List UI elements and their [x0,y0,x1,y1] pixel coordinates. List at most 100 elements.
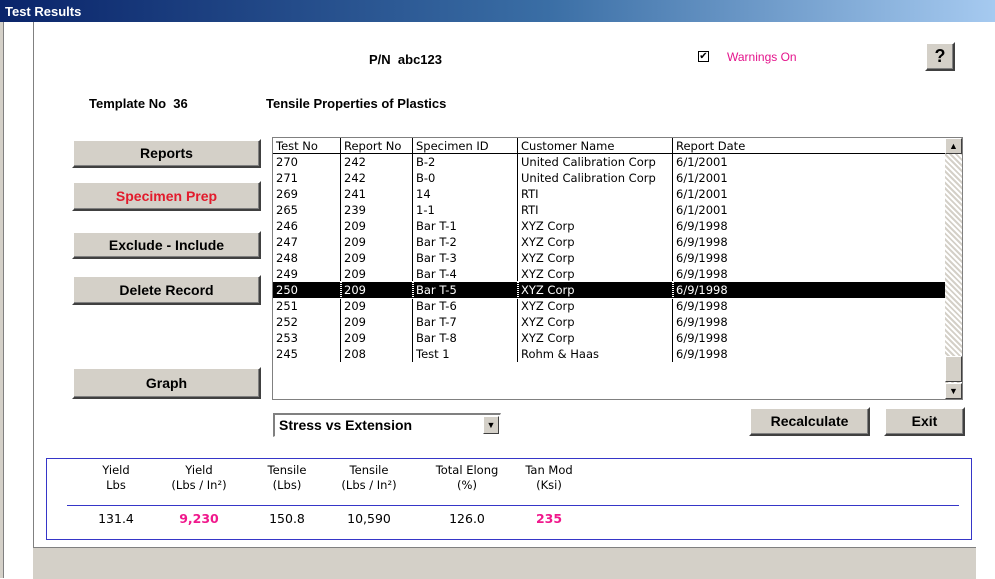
table-cell: 247 [273,234,341,250]
table-row[interactable]: 253 209 Bar T-8 XYZ Corp 6/9/1998 [273,330,945,346]
table-cell: Bar T-3 [412,250,518,266]
table-cell: 6/9/1998 [676,331,728,345]
table-cell: 6/1/2001 [676,187,728,201]
scroll-thumb[interactable] [945,356,962,382]
triangle-up-icon: ▲ [949,141,958,151]
table-row[interactable]: 251 209 Bar T-6 XYZ Corp 6/9/1998 [273,298,945,314]
help-button[interactable]: ? [925,42,955,71]
table-row[interactable]: 269 241 14 RTI 6/1/2001 [273,186,945,202]
table-cell: 269 [273,186,341,202]
table-cell: 6/9/1998 [676,299,728,313]
graph-button[interactable]: Graph [72,367,261,399]
table-cell: Bar T-8 [412,330,518,346]
table-cell: Bar T-7 [412,314,518,330]
pn-value: abc123 [397,52,442,67]
tensile-psi-value: 10,590 [347,511,391,526]
table-cell: 209 [340,314,413,330]
table-cell: 252 [273,314,341,330]
right-margin [976,22,995,578]
table-cell: 271 [273,170,341,186]
table-row[interactable]: 246 209 Bar T-1 XYZ Corp 6/9/1998 [273,218,945,234]
chevron-down-icon: ▼ [486,420,496,430]
total-elong-value: 126.0 [449,511,485,526]
table-row[interactable]: 270 242 B-2 United Calibration Corp 6/1/2001 [273,153,945,170]
table-cell: United Calibration Corp [517,170,673,186]
column-header[interactable]: Specimen ID [412,138,518,154]
dropdown-button[interactable]: ▼ [483,416,499,434]
table-cell: RTI [517,186,673,202]
table-cell: XYZ Corp [517,314,673,330]
exit-button[interactable]: Exit [884,407,965,436]
result-header: Tan Mod (Ksi) [525,463,573,492]
graph-type-select[interactable]: Stress vs Extension ▼ [273,413,501,437]
table-cell: XYZ Corp [517,330,673,346]
table-row[interactable]: 247 209 Bar T-2 XYZ Corp 6/9/1998 [273,234,945,250]
table-row[interactable]: 250 209 Bar T-5 XYZ Corp 6/9/1998 [273,281,946,299]
table-cell: XYZ Corp [517,266,673,282]
table-cell: 239 [340,202,413,218]
delete-record-button[interactable]: Delete Record [72,275,261,305]
table-cell: B-0 [412,170,518,186]
vertical-scrollbar[interactable]: ▲ ▼ [945,138,962,399]
column-header[interactable]: Customer Name [517,138,673,154]
table-cell: Rohm & Haas [517,346,673,362]
table-row[interactable]: 245 208 Test 1 Rohm & Haas 6/9/1998 [273,346,945,362]
table-cell: 250 [273,281,342,299]
graph-type-value: Stress vs Extension [279,417,413,433]
table-cell: XYZ Corp [517,298,673,314]
exclude-include-button[interactable]: Exclude - Include [72,231,261,259]
table-row[interactable]: 248 209 Bar T-3 XYZ Corp 6/9/1998 [273,250,945,266]
table-cell: 209 [340,234,413,250]
recalculate-button[interactable]: Recalculate [749,407,870,436]
table-cell: 6/9/1998 [676,251,728,265]
table-header-row: Test No Report No Specimen ID Customer N… [273,138,945,154]
scroll-up-button[interactable]: ▲ [945,138,962,154]
table-cell: Test 1 [412,346,518,362]
table-row[interactable]: 252 209 Bar T-7 XYZ Corp 6/9/1998 [273,314,945,330]
table-cell: 208 [340,346,413,362]
column-header[interactable]: Report No [340,138,413,154]
template-name: Tensile Properties of Plastics [266,96,447,111]
table-cell: 209 [340,218,413,234]
warnings-checkbox[interactable]: ✔ [698,51,709,62]
table-row[interactable]: 265 239 1-1 RTI 6/1/2001 [273,202,945,218]
table-row[interactable]: 249 209 Bar T-4 XYZ Corp 6/9/1998 [273,266,945,282]
table-cell: 209 [339,281,414,299]
pn-label: P/N [369,52,391,67]
result-header: Tensile (Lbs) [267,463,307,492]
title-bar[interactable]: Test Results [0,0,995,22]
table-cell: 242 [340,170,413,186]
table-cell: 242 [340,153,413,170]
table-cell: 249 [273,266,341,282]
table-cell: 6/9/1998 [676,347,728,361]
test-results-grid[interactable]: Test No Report No Specimen ID Customer N… [272,137,963,400]
table-cell: 265 [273,202,341,218]
column-header[interactable]: Report Date [672,138,945,154]
table-cell: Bar T-2 [412,234,518,250]
table-cell: 246 [273,218,341,234]
scroll-down-button[interactable]: ▼ [945,383,962,399]
yield-psi-value: 9,230 [179,511,219,526]
question-mark-icon: ? [934,46,946,66]
result-header: Tensile (Lbs / In²) [341,463,397,492]
table-cell: 209 [340,330,413,346]
table-row[interactable]: 271 242 B-0 United Calibration Corp 6/1/2001 [273,170,945,186]
table-cell: XYZ Corp [517,250,673,266]
table-cell: United Calibration Corp [517,153,673,170]
result-header: Yield (Lbs / In²) [171,463,227,492]
tan-mod-value: 235 [535,511,563,526]
table-cell: 6/9/1998 [671,281,946,299]
table-cell: 6/9/1998 [676,219,728,233]
specimen-prep-button[interactable]: Specimen Prep [72,181,261,211]
warnings-label[interactable]: Warnings On [727,50,797,64]
table-cell: 253 [273,330,341,346]
table-cell: 209 [340,250,413,266]
table-cell: 270 [273,153,341,170]
yield-lbs-value: 131.4 [98,511,134,526]
table-cell: 6/9/1998 [676,315,728,329]
table-cell: XYZ Corp [517,218,673,234]
reports-button[interactable]: Reports [72,139,261,168]
column-header[interactable]: Test No [273,138,341,154]
table-cell: 209 [340,298,413,314]
table-cell: 251 [273,298,341,314]
